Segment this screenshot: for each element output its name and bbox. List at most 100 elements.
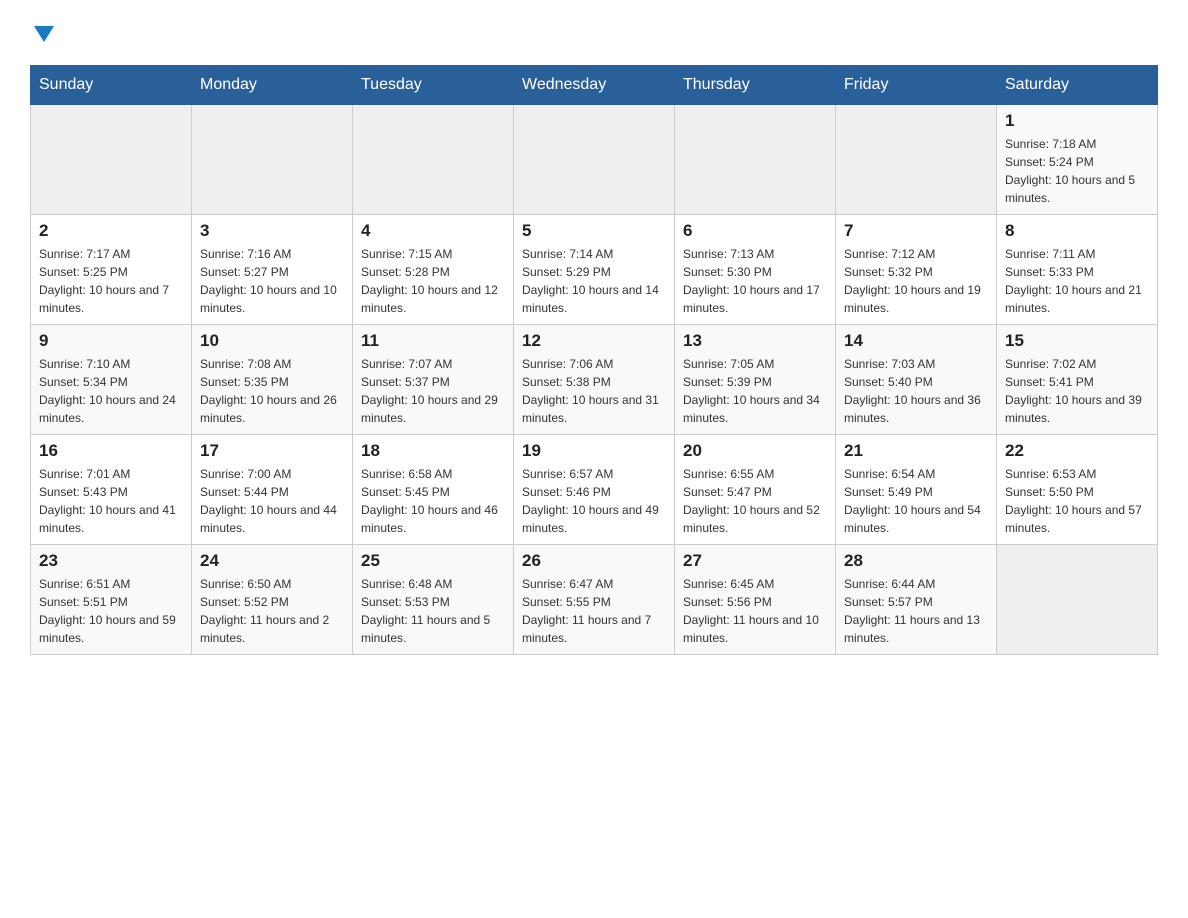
day-info: Sunrise: 7:06 AMSunset: 5:38 PMDaylight:…	[522, 355, 666, 427]
day-header-sunday: Sunday	[31, 66, 192, 105]
day-number: 22	[1005, 441, 1149, 461]
day-number: 27	[683, 551, 827, 571]
calendar-cell: 19 Sunrise: 6:57 AMSunset: 5:46 PMDayligh…	[514, 435, 675, 545]
calendar-cell: 6 Sunrise: 7:13 AMSunset: 5:30 PMDaylight…	[675, 215, 836, 325]
calendar-cell: 14 Sunrise: 7:03 AMSunset: 5:40 PMDayligh…	[836, 325, 997, 435]
day-info: Sunrise: 7:03 AMSunset: 5:40 PMDaylight:…	[844, 355, 988, 427]
day-number: 26	[522, 551, 666, 571]
calendar-cell: 4 Sunrise: 7:15 AMSunset: 5:28 PMDaylight…	[353, 215, 514, 325]
day-number: 3	[200, 221, 344, 241]
calendar-week-row: 23 Sunrise: 6:51 AMSunset: 5:51 PMDayligh…	[31, 545, 1158, 655]
calendar-cell: 2Sunrise: 7:17 AMSunset: 5:25 PMDaylight…	[31, 215, 192, 325]
calendar-week-row: 1 Sunrise: 7:18 AMSunset: 5:24 PMDaylight…	[31, 105, 1158, 215]
calendar-cell	[836, 105, 997, 215]
day-info: Sunrise: 6:45 AMSunset: 5:56 PMDaylight:…	[683, 575, 827, 647]
calendar-cell	[192, 105, 353, 215]
day-info: Sunrise: 6:55 AMSunset: 5:47 PMDaylight:…	[683, 465, 827, 537]
calendar-cell: 10 Sunrise: 7:08 AMSunset: 5:35 PMDayligh…	[192, 325, 353, 435]
day-number: 13	[683, 331, 827, 351]
day-header-monday: Monday	[192, 66, 353, 105]
logo-triangle-icon	[34, 26, 54, 42]
calendar-cell: 15 Sunrise: 7:02 AMSunset: 5:41 PMDayligh…	[997, 325, 1158, 435]
day-header-wednesday: Wednesday	[514, 66, 675, 105]
day-number: 15	[1005, 331, 1149, 351]
calendar-cell: 5 Sunrise: 7:14 AMSunset: 5:29 PMDaylight…	[514, 215, 675, 325]
calendar-cell	[675, 105, 836, 215]
day-number: 4	[361, 221, 505, 241]
day-header-friday: Friday	[836, 66, 997, 105]
day-info: Sunrise: 7:07 AMSunset: 5:37 PMDaylight:…	[361, 355, 505, 427]
calendar-cell: 7 Sunrise: 7:12 AMSunset: 5:32 PMDaylight…	[836, 215, 997, 325]
calendar-cell: 3 Sunrise: 7:16 AMSunset: 5:27 PMDaylight…	[192, 215, 353, 325]
calendar-cell: 20 Sunrise: 6:55 AMSunset: 5:47 PMDayligh…	[675, 435, 836, 545]
calendar-week-row: 2Sunrise: 7:17 AMSunset: 5:25 PMDaylight…	[31, 215, 1158, 325]
calendar-cell: 18 Sunrise: 6:58 AMSunset: 5:45 PMDayligh…	[353, 435, 514, 545]
day-info: Sunrise: 6:58 AMSunset: 5:45 PMDaylight:…	[361, 465, 505, 537]
calendar-cell: 1 Sunrise: 7:18 AMSunset: 5:24 PMDaylight…	[997, 105, 1158, 215]
day-info: Sunrise: 7:00 AMSunset: 5:44 PMDaylight:…	[200, 465, 344, 537]
day-info: Sunrise: 6:48 AMSunset: 5:53 PMDaylight:…	[361, 575, 505, 647]
day-number: 6	[683, 221, 827, 241]
day-info: Sunrise: 7:10 AMSunset: 5:34 PMDaylight:…	[39, 355, 183, 427]
calendar-cell: 13 Sunrise: 7:05 AMSunset: 5:39 PMDayligh…	[675, 325, 836, 435]
day-number: 5	[522, 221, 666, 241]
calendar-cell: 8 Sunrise: 7:11 AMSunset: 5:33 PMDaylight…	[997, 215, 1158, 325]
day-info: Sunrise: 7:16 AMSunset: 5:27 PMDaylight:…	[200, 245, 344, 317]
day-info: Sunrise: 7:01 AMSunset: 5:43 PMDaylight:…	[39, 465, 183, 537]
day-info: Sunrise: 7:02 AMSunset: 5:41 PMDaylight:…	[1005, 355, 1149, 427]
day-number: 11	[361, 331, 505, 351]
calendar-cell: 23 Sunrise: 6:51 AMSunset: 5:51 PMDayligh…	[31, 545, 192, 655]
day-number: 25	[361, 551, 505, 571]
logo	[30, 20, 54, 47]
day-info: Sunrise: 6:51 AMSunset: 5:51 PMDaylight:…	[39, 575, 183, 647]
day-info: Sunrise: 7:08 AMSunset: 5:35 PMDaylight:…	[200, 355, 344, 427]
calendar-table: SundayMondayTuesdayWednesdayThursdayFrid…	[30, 65, 1158, 655]
day-info: Sunrise: 7:11 AMSunset: 5:33 PMDaylight:…	[1005, 245, 1149, 317]
calendar-cell: 24Sunrise: 6:50 AMSunset: 5:52 PMDayligh…	[192, 545, 353, 655]
calendar-cell	[31, 105, 192, 215]
day-info: Sunrise: 6:54 AMSunset: 5:49 PMDaylight:…	[844, 465, 988, 537]
day-header-tuesday: Tuesday	[353, 66, 514, 105]
day-info: Sunrise: 7:12 AMSunset: 5:32 PMDaylight:…	[844, 245, 988, 317]
calendar-cell: 22Sunrise: 6:53 AMSunset: 5:50 PMDayligh…	[997, 435, 1158, 545]
day-info: Sunrise: 6:50 AMSunset: 5:52 PMDaylight:…	[200, 575, 344, 647]
day-number: 20	[683, 441, 827, 461]
day-number: 9	[39, 331, 183, 351]
day-number: 8	[1005, 221, 1149, 241]
calendar-header-row: SundayMondayTuesdayWednesdayThursdayFrid…	[31, 66, 1158, 105]
day-number: 21	[844, 441, 988, 461]
page-header	[30, 20, 1158, 47]
calendar-cell: 9 Sunrise: 7:10 AMSunset: 5:34 PMDaylight…	[31, 325, 192, 435]
day-number: 7	[844, 221, 988, 241]
calendar-cell: 17Sunrise: 7:00 AMSunset: 5:44 PMDayligh…	[192, 435, 353, 545]
calendar-cell	[353, 105, 514, 215]
calendar-week-row: 16 Sunrise: 7:01 AMSunset: 5:43 PMDayligh…	[31, 435, 1158, 545]
day-info: Sunrise: 7:18 AMSunset: 5:24 PMDaylight:…	[1005, 135, 1149, 207]
day-number: 19	[522, 441, 666, 461]
day-header-thursday: Thursday	[675, 66, 836, 105]
day-info: Sunrise: 7:15 AMSunset: 5:28 PMDaylight:…	[361, 245, 505, 317]
day-number: 23	[39, 551, 183, 571]
day-info: Sunrise: 7:14 AMSunset: 5:29 PMDaylight:…	[522, 245, 666, 317]
calendar-cell	[997, 545, 1158, 655]
day-number: 10	[200, 331, 344, 351]
calendar-cell: 26 Sunrise: 6:47 AMSunset: 5:55 PMDayligh…	[514, 545, 675, 655]
day-info: Sunrise: 6:44 AMSunset: 5:57 PMDaylight:…	[844, 575, 988, 647]
day-number: 1	[1005, 111, 1149, 131]
calendar-cell: 16 Sunrise: 7:01 AMSunset: 5:43 PMDayligh…	[31, 435, 192, 545]
calendar-cell: 27 Sunrise: 6:45 AMSunset: 5:56 PMDayligh…	[675, 545, 836, 655]
day-info: Sunrise: 7:13 AMSunset: 5:30 PMDaylight:…	[683, 245, 827, 317]
calendar-cell: 25 Sunrise: 6:48 AMSunset: 5:53 PMDayligh…	[353, 545, 514, 655]
calendar-cell: 11 Sunrise: 7:07 AMSunset: 5:37 PMDayligh…	[353, 325, 514, 435]
calendar-cell: 12Sunrise: 7:06 AMSunset: 5:38 PMDayligh…	[514, 325, 675, 435]
day-info: Sunrise: 7:17 AMSunset: 5:25 PMDaylight:…	[39, 245, 183, 317]
day-number: 18	[361, 441, 505, 461]
day-info: Sunrise: 6:47 AMSunset: 5:55 PMDaylight:…	[522, 575, 666, 647]
day-info: Sunrise: 7:05 AMSunset: 5:39 PMDaylight:…	[683, 355, 827, 427]
day-header-saturday: Saturday	[997, 66, 1158, 105]
day-number: 16	[39, 441, 183, 461]
calendar-cell: 28Sunrise: 6:44 AMSunset: 5:57 PMDayligh…	[836, 545, 997, 655]
day-info: Sunrise: 6:57 AMSunset: 5:46 PMDaylight:…	[522, 465, 666, 537]
logo-general-line	[30, 20, 54, 47]
day-number: 14	[844, 331, 988, 351]
